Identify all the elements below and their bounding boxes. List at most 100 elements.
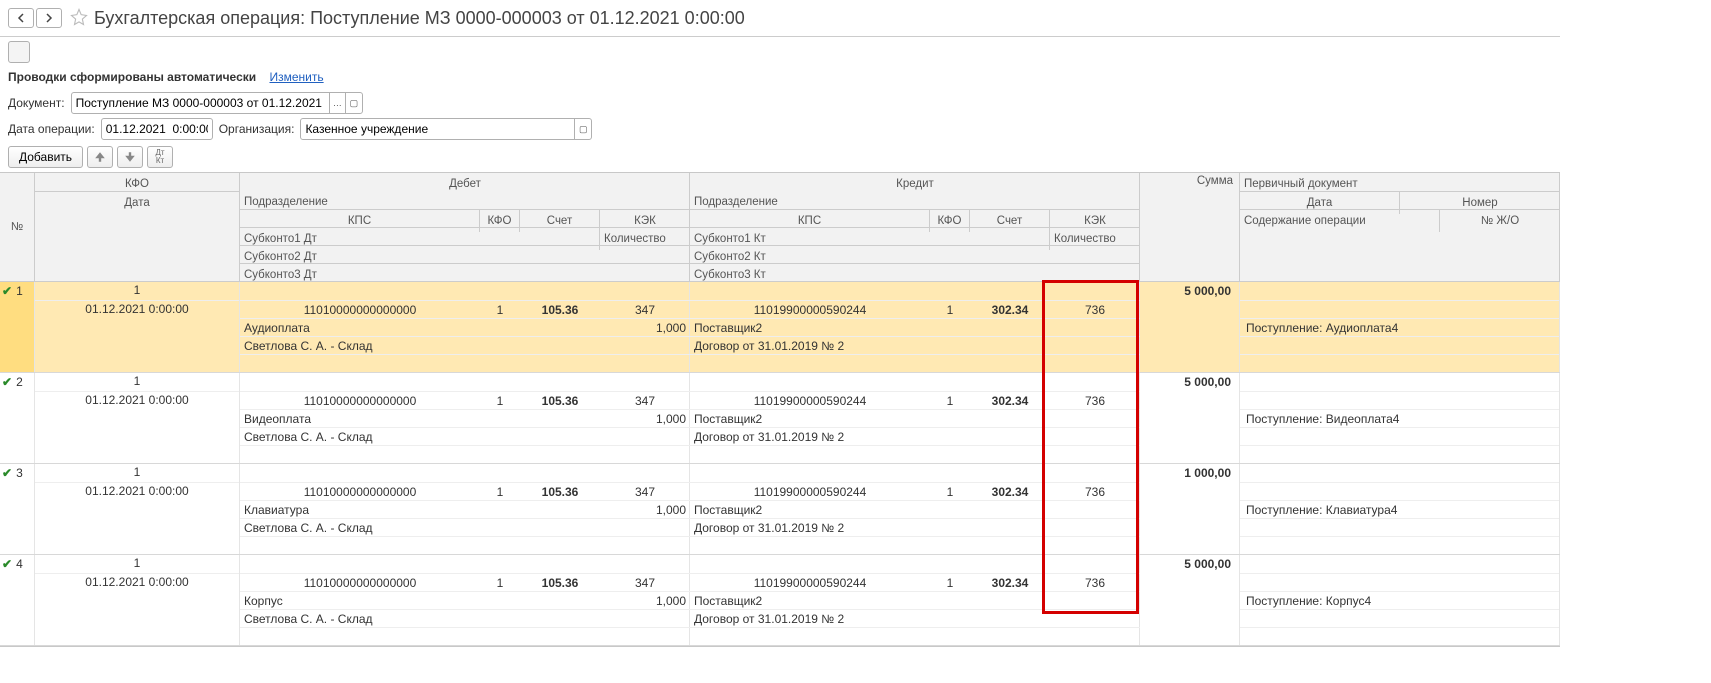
row-c-sub2: Договор от 31.01.2019 № 2 xyxy=(690,521,1050,535)
grid-header: № КФО Дата Дебет Подразделение КПС КФО С… xyxy=(0,173,1560,282)
table-row[interactable]: ✔3 1 01.12.2021 0:00:00 1101000000000000… xyxy=(0,464,1560,555)
grid-toolbar: Добавить ДтКт xyxy=(0,142,1560,172)
row-date: 01.12.2021 0:00:00 xyxy=(35,573,239,591)
row-debit: 11010000000000000 1 105.36 347 Корпус 1,… xyxy=(240,555,690,645)
org-field[interactable]: ▢ xyxy=(300,118,592,140)
document-row: Документ: … ▢ xyxy=(0,90,1560,116)
row-d-kfo: 1 xyxy=(480,485,520,499)
row-kfo: 1 xyxy=(35,555,239,573)
row-kfo: 1 xyxy=(35,282,239,300)
table-row[interactable]: ✔1 1 01.12.2021 0:00:00 1101000000000000… xyxy=(0,282,1560,373)
row-jno: 4 xyxy=(1392,321,1399,335)
content-header[interactable]: Содержание операции xyxy=(1240,210,1440,232)
row-c-acc: 302.34 xyxy=(970,303,1050,317)
row-jno: 4 xyxy=(1393,412,1400,426)
row-date: 01.12.2021 0:00:00 xyxy=(35,300,239,318)
row-c-kfo: 1 xyxy=(930,303,970,317)
auto-generation-text: Проводки сформированы автоматически xyxy=(8,70,256,84)
row-c-kek: 736 xyxy=(1050,394,1140,408)
row-kfo: 1 xyxy=(35,373,239,391)
row-d-acc: 105.36 xyxy=(520,485,600,499)
row-d-sub2: Светлова С. А. - Склад xyxy=(240,339,600,353)
col-sum[interactable]: Сумма xyxy=(1140,173,1240,282)
row-c-kek: 736 xyxy=(1050,303,1140,317)
row-credit: 11019900000590244 1 302.34 736 Поставщик… xyxy=(690,555,1140,645)
row-c-sub1: Поставщик2 xyxy=(690,503,1050,517)
row-kfo-date: 1 01.12.2021 0:00:00 xyxy=(35,555,240,645)
row-c-kek: 736 xyxy=(1050,576,1140,590)
row-d-sub2: Светлова С. А. - Склад xyxy=(240,521,600,535)
open-icon[interactable]: ▢ xyxy=(345,93,361,113)
entries-grid: № КФО Дата Дебет Подразделение КПС КФО С… xyxy=(0,172,1560,647)
row-doc: Поступление: Корпус 4 xyxy=(1240,555,1560,645)
row-c-sub1: Поставщик2 xyxy=(690,412,1050,426)
move-down-button[interactable] xyxy=(117,146,143,168)
date-field[interactable] xyxy=(101,118,213,140)
row-d-kek: 347 xyxy=(600,303,690,317)
row-d-kps: 11010000000000000 xyxy=(240,576,480,590)
jno-header[interactable]: № Ж/О xyxy=(1440,210,1560,232)
row-credit: 11019900000590244 1 302.34 736 Поставщик… xyxy=(690,373,1140,463)
change-link[interactable]: Изменить xyxy=(269,70,323,84)
row-d-sub1: Аудиоплата xyxy=(240,321,600,335)
row-d-qty: 1,000 xyxy=(600,503,690,517)
row-d-kps: 11010000000000000 xyxy=(240,485,480,499)
row-d-sub1: Видеоплата xyxy=(240,412,600,426)
row-d-acc: 105.36 xyxy=(520,394,600,408)
check-icon: ✔ xyxy=(2,375,12,389)
row-d-kfo: 1 xyxy=(480,394,520,408)
col-n[interactable]: № xyxy=(0,173,35,282)
row-sum: 5 000,00 xyxy=(1140,373,1240,463)
row-kfo: 1 xyxy=(35,464,239,482)
document-input[interactable] xyxy=(72,96,329,110)
row-d-kfo: 1 xyxy=(480,576,520,590)
row-d-kps: 11010000000000000 xyxy=(240,394,480,408)
col-kfo-date: КФО Дата xyxy=(35,173,240,282)
col-credit: Кредит Подразделение КПС КФО Счет КЭК Су… xyxy=(690,173,1140,282)
open-org-icon[interactable]: ▢ xyxy=(574,119,591,139)
row-doc: Поступление: Аудиоплата 4 xyxy=(1240,282,1560,372)
org-input[interactable] xyxy=(301,122,574,136)
row-d-qty: 1,000 xyxy=(600,594,690,608)
row-number-cell: ✔1 xyxy=(0,282,35,372)
row-d-sub1: Корпус xyxy=(240,594,600,608)
star-icon[interactable] xyxy=(70,8,88,29)
table-row[interactable]: ✔2 1 01.12.2021 0:00:00 1101000000000000… xyxy=(0,373,1560,464)
row-sum: 5 000,00 xyxy=(1140,282,1240,372)
date-input[interactable] xyxy=(102,122,212,136)
row-d-sub2: Светлова С. А. - Склад xyxy=(240,430,600,444)
row-c-kfo: 1 xyxy=(930,576,970,590)
add-button[interactable]: Добавить xyxy=(8,146,83,168)
row-content: Поступление: Клавиатура xyxy=(1246,503,1391,517)
dtkt-button[interactable]: ДтКт xyxy=(147,146,173,168)
back-button[interactable] xyxy=(8,8,34,28)
forward-button[interactable] xyxy=(36,8,62,28)
row-number-cell: ✔2 xyxy=(0,373,35,463)
move-up-button[interactable] xyxy=(87,146,113,168)
date-label: Дата операции: xyxy=(8,122,95,136)
org-label: Организация: xyxy=(219,122,295,136)
row-c-kfo: 1 xyxy=(930,485,970,499)
app-window: Бухгалтерская операция: Поступление МЗ 0… xyxy=(0,0,1560,647)
row-jno: 4 xyxy=(1364,594,1371,608)
row-c-kps: 11019900000590244 xyxy=(690,485,930,499)
row-d-qty: 1,000 xyxy=(600,321,690,335)
row-c-sub2: Договор от 31.01.2019 № 2 xyxy=(690,430,1050,444)
rows-container: ✔1 1 01.12.2021 0:00:00 1101000000000000… xyxy=(0,282,1560,646)
row-doc: Поступление: Видеоплата 4 xyxy=(1240,373,1560,463)
document-field[interactable]: … ▢ xyxy=(71,92,363,114)
row-d-kek: 347 xyxy=(600,576,690,590)
row-d-kps: 11010000000000000 xyxy=(240,303,480,317)
row-jno: 4 xyxy=(1391,503,1398,517)
row-credit: 11019900000590244 1 302.34 736 Поставщик… xyxy=(690,282,1140,372)
row-c-kps: 11019900000590244 xyxy=(690,303,930,317)
row-c-sub1: Поставщик2 xyxy=(690,594,1050,608)
refresh-button[interactable] xyxy=(8,41,30,63)
row-c-kfo: 1 xyxy=(930,394,970,408)
ellipsis-icon[interactable]: … xyxy=(329,93,345,113)
row-c-acc: 302.34 xyxy=(970,485,1050,499)
table-row[interactable]: ✔4 1 01.12.2021 0:00:00 1101000000000000… xyxy=(0,555,1560,646)
row-debit: 11010000000000000 1 105.36 347 Видеоплат… xyxy=(240,373,690,463)
col-date[interactable]: Дата xyxy=(35,191,239,214)
row-debit: 11010000000000000 1 105.36 347 Аудиоплат… xyxy=(240,282,690,372)
